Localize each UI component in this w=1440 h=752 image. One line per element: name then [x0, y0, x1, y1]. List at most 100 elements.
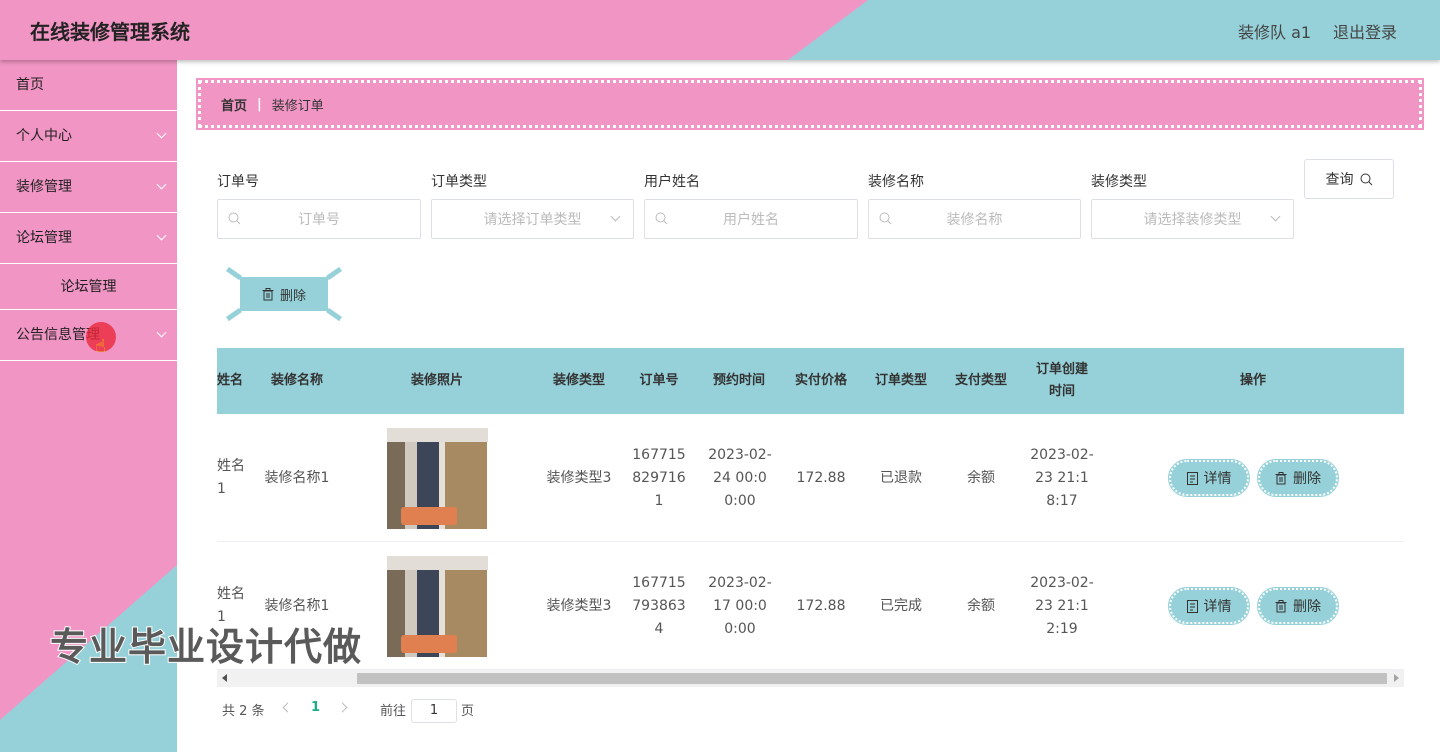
decoration-photo[interactable] — [387, 427, 488, 529]
col-header-decoration-type: 装修类型 — [552, 373, 605, 388]
decoration-photo[interactable] — [387, 555, 488, 657]
cell-pay-type: 余额 — [967, 597, 995, 614]
cell-appoint-time: 2023-02-17 00:00:00 — [708, 574, 772, 637]
cell-photo — [387, 414, 488, 542]
sidebar-item-home[interactable]: 首页 — [0, 60, 177, 111]
pagination-page-unit: 页 — [461, 704, 475, 719]
cell-decoration-type: 装修类型3 — [546, 597, 612, 614]
order-no-input[interactable]: 订单号 — [217, 199, 421, 239]
delete-button-label: 删除 — [1293, 599, 1321, 615]
sidebar-item-label: 个人中心 — [16, 128, 72, 144]
decor-corner — [326, 307, 342, 322]
search-icon — [879, 212, 892, 225]
col-header-pay-type: 支付类型 — [954, 373, 1007, 388]
breadcrumb-current: 装修订单 — [271, 98, 324, 114]
pagination-total: 共 2 条 — [222, 704, 265, 719]
col-header-price: 实付价格 — [794, 373, 847, 388]
batch-delete-wrapper: 删除 — [226, 266, 342, 322]
batch-delete-label: 删除 — [279, 288, 306, 304]
sidebar-item-forum-management[interactable]: 论坛管理 — [0, 213, 177, 264]
cell-photo — [387, 542, 488, 670]
chevron-down-icon — [156, 230, 167, 241]
detail-button[interactable]: 详情 — [1168, 459, 1250, 497]
logout-link[interactable]: 退出登录 — [1333, 19, 1397, 43]
sidebar-item-label: 装修管理 — [16, 179, 72, 195]
document-icon — [1186, 599, 1198, 613]
col-header-created-time: 订单创建时间 — [1035, 362, 1088, 399]
decoration-name-input[interactable]: 装修名称 — [868, 199, 1081, 239]
scrollbar-thumb[interactable] — [357, 673, 1387, 684]
top-header: 在线装修管理系统 装修队 a1 退出登录 — [0, 0, 1440, 60]
cell-order-type: 已退款 — [880, 469, 922, 486]
user-name-placeholder: 用户姓名 — [723, 212, 779, 228]
col-header-appoint-time: 预约时间 — [712, 373, 765, 388]
order-no-placeholder: 订单号 — [298, 212, 340, 228]
table-row: 姓名1 装修名称1 装修类型3 1677157938634 2023-02-17… — [217, 542, 1404, 670]
search-button[interactable]: 查询 — [1304, 159, 1394, 199]
current-user: 装修队 a1 — [1238, 23, 1312, 42]
order-type-placeholder: 请选择订单类型 — [483, 212, 582, 228]
cell-price: 172.88 — [796, 469, 846, 486]
delete-button-label: 删除 — [1293, 471, 1321, 487]
order-type-select[interactable]: 请选择订单类型 — [431, 199, 634, 239]
delete-button[interactable]: 删除 — [1257, 587, 1339, 625]
next-page-icon[interactable] — [337, 702, 348, 713]
horizontal-scrollbar[interactable] — [217, 670, 1404, 687]
table-row: 姓名1 装修名称1 装修类型3 1677158297161 2023-02-24… — [217, 414, 1404, 542]
col-header-order-no: 订单号 — [639, 373, 679, 388]
chevron-down-icon — [1270, 211, 1281, 222]
sidebar-menu: 首页 个人中心 装修管理 论坛管理 论坛管理 公告信息管理 — [0, 60, 177, 361]
sidebar-item-decoration-management[interactable]: 装修管理 — [0, 162, 177, 213]
trash-icon — [262, 287, 274, 300]
document-icon — [1186, 471, 1198, 485]
detail-button[interactable]: 详情 — [1168, 587, 1250, 625]
col-header-decoration-name: 装修名称 — [270, 373, 323, 388]
order-no-label: 订单号 — [217, 174, 259, 190]
detail-button-label: 详情 — [1203, 599, 1232, 615]
cell-decoration-type: 装修类型3 — [546, 469, 612, 486]
decor-corner — [326, 266, 342, 281]
cell-price: 172.88 — [796, 597, 846, 614]
chevron-down-icon — [156, 128, 167, 139]
pagination-goto-input[interactable]: 1 — [411, 699, 457, 723]
search-icon — [228, 212, 241, 225]
cell-appoint-time: 2023-02-24 00:00:00 — [708, 446, 772, 509]
col-header-order-type: 订单类型 — [874, 373, 927, 388]
sidebar-item-label: 论坛管理 — [16, 230, 72, 246]
cell-order-type: 已完成 — [880, 597, 922, 614]
cell-decoration-name: 装修名称1 — [264, 469, 330, 486]
sidebar-item-personal-center[interactable]: 个人中心 — [0, 111, 177, 162]
breadcrumb: 首页 | 装修订单 — [196, 78, 1424, 130]
scroll-right-arrow-icon[interactable] — [1394, 674, 1399, 682]
decoration-type-select[interactable]: 请选择装修类型 — [1091, 199, 1294, 239]
batch-delete-button[interactable]: 删除 — [240, 277, 328, 311]
scroll-left-arrow-icon[interactable] — [222, 674, 227, 682]
chevron-down-icon — [156, 327, 167, 338]
search-icon — [655, 212, 668, 225]
pagination-current-page[interactable]: 1 — [311, 700, 320, 715]
sidebar-subitem-forum-management[interactable]: 论坛管理 — [0, 264, 177, 310]
decoration-type-placeholder: 请选择装修类型 — [1143, 212, 1242, 228]
delete-button[interactable]: 删除 — [1257, 459, 1339, 497]
user-name-label: 用户姓名 — [644, 174, 700, 190]
chevron-down-icon — [156, 179, 167, 190]
watermark-text: 专业毕业设计代做 — [49, 624, 363, 670]
hand-cursor-icon: ☝ — [95, 336, 106, 357]
header-pink-shape — [0, 0, 868, 60]
user-name-input[interactable]: 用户姓名 — [644, 199, 858, 239]
cell-pay-type: 余额 — [967, 469, 995, 486]
breadcrumb-separator: | — [257, 96, 262, 112]
detail-button-label: 详情 — [1203, 471, 1232, 487]
decoration-type-label: 装修类型 — [1091, 174, 1147, 190]
search-button-label: 查询 — [1325, 172, 1354, 188]
col-header-name: 姓名 — [217, 373, 244, 388]
decoration-name-placeholder: 装修名称 — [946, 212, 1003, 228]
col-header-photo: 装修照片 — [410, 373, 463, 388]
cell-created-time: 2023-02-23 21:12:19 — [1030, 574, 1094, 637]
trash-icon — [1275, 599, 1287, 612]
col-header-actions: 操作 — [1239, 373, 1266, 388]
breadcrumb-home[interactable]: 首页 — [221, 95, 247, 114]
prev-page-icon[interactable] — [282, 702, 293, 713]
cell-name: 姓名1 — [217, 458, 245, 497]
cell-order-no: 1677158297161 — [632, 446, 686, 509]
